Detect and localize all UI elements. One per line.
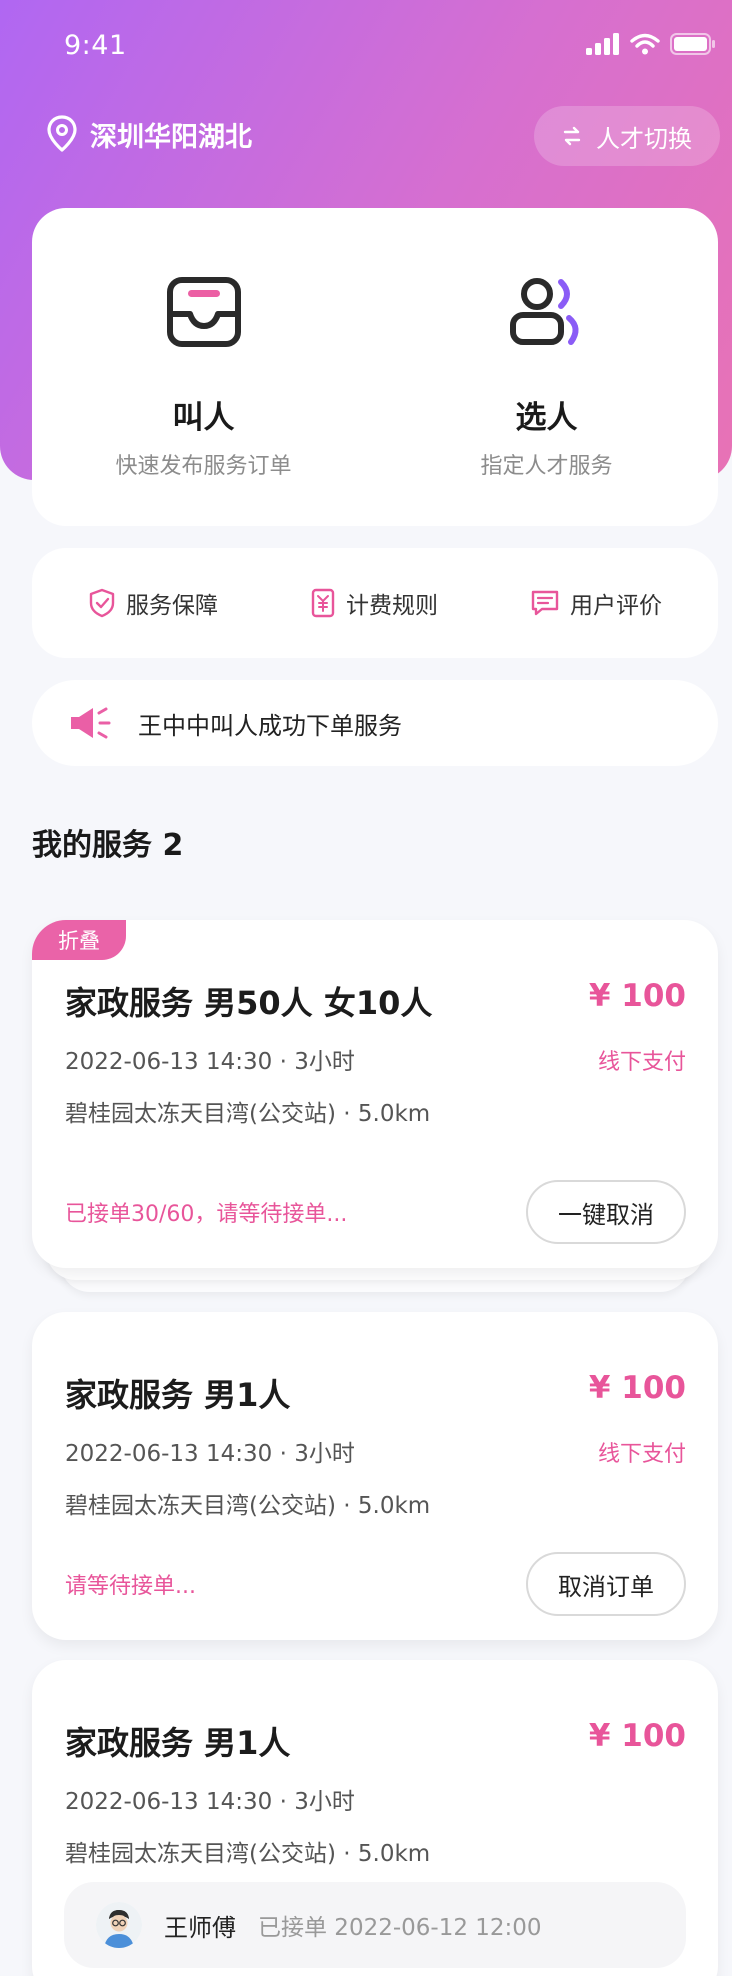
status-bar: 9:41 bbox=[0, 0, 732, 92]
shield-check-icon bbox=[89, 588, 115, 618]
section-title: 我的服务 2 bbox=[32, 828, 184, 863]
main-actions-card: 叫人 快速发布服务订单 选人 指定人才服务 bbox=[32, 208, 718, 526]
payment-method: 线下支付 bbox=[597, 1442, 686, 1467]
payment-method: 线下支付 bbox=[597, 1050, 686, 1075]
worker-status: 已接单 2022-06-12 12:00 bbox=[258, 1915, 542, 1941]
location-pin-icon bbox=[47, 115, 77, 152]
cancel-order-button[interactable]: 取消订单 bbox=[526, 1552, 686, 1616]
location-selector[interactable]: 深圳华阳湖北 bbox=[46, 112, 252, 156]
feature-service-guarantee[interactable]: 服务保障 bbox=[88, 586, 218, 620]
order-address: 碧桂园太冻天目湾(公交站) · 5.0km bbox=[65, 1841, 431, 1867]
order-date: 2022-06-13 14:30 bbox=[65, 1789, 273, 1815]
call-person-title: 叫人 bbox=[172, 400, 235, 436]
swap-icon bbox=[563, 126, 581, 146]
assigned-worker[interactable]: 王师傅 已接单 2022-06-12 12:00 bbox=[64, 1882, 686, 1968]
order-status: 已接单30/60，请等待接单... bbox=[65, 1202, 348, 1227]
feature-user-reviews[interactable]: 用户评价 bbox=[530, 586, 662, 620]
feature-label: 用户评价 bbox=[570, 593, 662, 619]
talent-switch-label: 人才切换 bbox=[596, 124, 692, 153]
order-status: 请等待接单... bbox=[65, 1574, 196, 1599]
notice-bar[interactable]: 王中中叫人成功下单服务 bbox=[32, 680, 718, 766]
feature-label: 计费规则 bbox=[346, 593, 438, 619]
worker-name: 王师傅 bbox=[164, 1913, 236, 1942]
signal-icon bbox=[586, 33, 619, 55]
choose-person-subtitle: 指定人才服务 bbox=[480, 454, 613, 479]
order-address: 碧桂园太冻天目湾(公交站) · 5.0km bbox=[65, 1493, 431, 1519]
notice-text: 王中中叫人成功下单服务 bbox=[138, 711, 402, 740]
status-time: 9:41 bbox=[64, 30, 127, 61]
fold-tag[interactable]: 折叠 bbox=[32, 920, 126, 960]
order-time: 2022-06-13 14:30 · 3小时 bbox=[65, 1782, 355, 1816]
status-icons bbox=[586, 32, 716, 56]
order-card[interactable]: 家政服务 男1人 ¥ 100 2022-06-13 14:30 · 3小时 线下… bbox=[32, 1312, 718, 1640]
wifi-icon bbox=[630, 33, 660, 55]
feature-billing-rules[interactable]: 计费规则 bbox=[310, 586, 438, 620]
talent-switch-button[interactable]: 人才切换 bbox=[534, 106, 720, 166]
battery-icon bbox=[670, 33, 715, 55]
order-card[interactable]: 折叠 家政服务 男50人 女10人 ¥ 100 2022-06-13 14:30… bbox=[32, 920, 718, 1268]
users-icon bbox=[509, 278, 578, 345]
order-duration: · 3小时 bbox=[279, 1789, 355, 1815]
order-title: 家政服务 男1人 bbox=[65, 1376, 291, 1414]
order-price: ¥ 100 bbox=[588, 1718, 686, 1754]
cancel-all-button[interactable]: 一键取消 bbox=[526, 1180, 686, 1244]
order-time: 2022-06-13 14:30 · 3小时 bbox=[65, 1049, 355, 1075]
call-person-subtitle: 快速发布服务订单 bbox=[115, 454, 292, 479]
feature-label: 服务保障 bbox=[126, 593, 218, 619]
order-price: ¥ 100 bbox=[588, 978, 686, 1014]
call-person-action[interactable]: 叫人 快速发布服务订单 bbox=[32, 208, 375, 526]
order-time: 2022-06-13 14:30 · 3小时 bbox=[65, 1441, 355, 1467]
order-price: ¥ 100 bbox=[588, 1370, 686, 1406]
order-card[interactable]: 家政服务 男1人 ¥ 100 2022-06-13 14:30 · 3小时 碧桂… bbox=[32, 1660, 718, 1976]
location-name: 深圳华阳湖北 bbox=[90, 121, 252, 153]
order-address: 碧桂园太冻天目湾(公交站) · 5.0km bbox=[65, 1101, 431, 1127]
avatar bbox=[96, 1902, 142, 1948]
message-icon bbox=[531, 590, 559, 616]
inbox-icon bbox=[166, 277, 241, 347]
megaphone-icon bbox=[71, 707, 111, 739]
yuan-doc-icon bbox=[311, 588, 335, 618]
choose-person-action[interactable]: 选人 指定人才服务 bbox=[375, 208, 718, 526]
order-title: 家政服务 男1人 bbox=[65, 1724, 291, 1762]
choose-person-title: 选人 bbox=[515, 400, 578, 436]
order-title: 家政服务 男50人 女10人 bbox=[65, 984, 433, 1022]
features-bar: 服务保障 计费规则 用户评价 bbox=[32, 548, 718, 658]
worker-avatar-icon bbox=[96, 1902, 142, 1948]
